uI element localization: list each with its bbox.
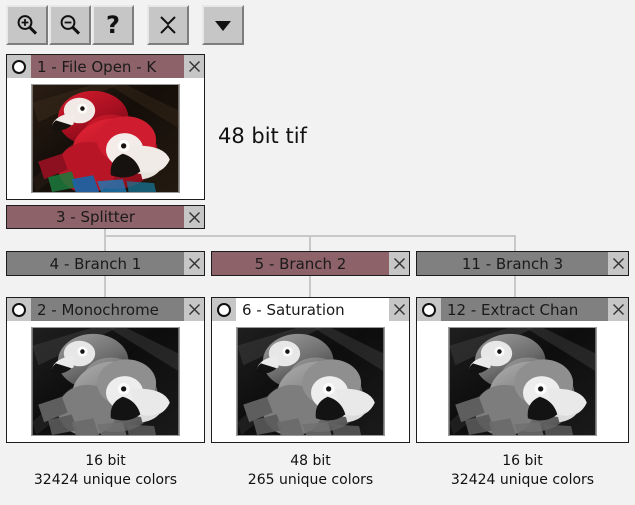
node-extract-channel[interactable]: 12 - Extract Chan — [416, 297, 629, 443]
node-branch-2-title: 5 - Branch 2 — [212, 252, 389, 275]
macaw-color-thumbnail — [31, 84, 180, 193]
node-branch-2[interactable]: 5 - Branch 2 — [211, 251, 410, 276]
node-branch-2-titlebar: 5 - Branch 2 — [212, 252, 409, 275]
node-file-open-titlebar: 1 - File Open - K — [7, 55, 204, 78]
close-icon — [188, 211, 201, 224]
node-file-open-title: 1 - File Open - K — [31, 55, 184, 78]
node-monochrome-title: 2 - Monochrome — [31, 298, 184, 321]
node-branch-1-title: 4 - Branch 1 — [7, 252, 184, 275]
node-saturation-radio[interactable] — [212, 298, 236, 321]
caption-monochrome: 16 bit 32424 unique colors — [6, 452, 205, 490]
caption-saturation-line1: 48 bit — [290, 453, 331, 469]
node-extract-channel-radio[interactable] — [417, 298, 441, 321]
collapse-icon — [156, 13, 180, 37]
macaw-grayscale-thumbnail — [448, 327, 597, 436]
macaw-grayscale-thumbnail — [236, 327, 385, 436]
node-saturation-titlebar: 6 - Saturation — [212, 298, 409, 321]
node-branch-3-close-button[interactable] — [608, 252, 628, 275]
node-file-open-preview — [7, 78, 204, 199]
caption-saturation: 48 bit 265 unique colors — [211, 452, 410, 490]
node-branch-3[interactable]: 11 - Branch 3 — [416, 251, 629, 276]
toolbar: ? — [0, 0, 635, 50]
dropdown-arrow-icon — [211, 13, 235, 37]
macaw-grayscale-thumbnail — [31, 327, 180, 436]
close-icon — [188, 303, 201, 316]
node-extract-channel-titlebar: 12 - Extract Chan — [417, 298, 628, 321]
caption-extract-channel-line2: 32424 unique colors — [450, 472, 595, 488]
node-monochrome-close-button[interactable] — [184, 298, 204, 321]
node-saturation-title: 6 - Saturation — [236, 298, 389, 321]
close-icon — [188, 257, 201, 270]
node-branch-1-close-button[interactable] — [184, 252, 204, 275]
caption-monochrome-line1: 16 bit — [85, 453, 126, 469]
radio-icon — [12, 302, 26, 317]
node-branch-1[interactable]: 4 - Branch 1 — [6, 251, 205, 276]
node-file-open-radio[interactable] — [7, 55, 31, 78]
caption-saturation-line2: 265 unique colors — [247, 472, 374, 488]
help-icon: ? — [106, 11, 120, 39]
node-monochrome-preview — [7, 321, 204, 442]
node-monochrome-titlebar: 2 - Monochrome — [7, 298, 204, 321]
zoom-out-icon — [58, 13, 82, 37]
node-saturation-preview — [212, 321, 409, 442]
close-icon — [612, 257, 625, 270]
node-extract-channel-title: 12 - Extract Chan — [441, 298, 608, 321]
node-branch-2-close-button[interactable] — [389, 252, 409, 275]
node-file-open[interactable]: 1 - File Open - K — [6, 54, 205, 200]
connector-branch2-child — [309, 276, 311, 298]
close-icon — [393, 303, 406, 316]
caption-monochrome-line2: 32424 unique colors — [33, 472, 178, 488]
zoom-in-icon — [15, 13, 39, 37]
source-format-annotation: 48 bit tif — [218, 124, 307, 148]
node-branch-1-titlebar: 4 - Branch 1 — [7, 252, 204, 275]
node-branch-3-titlebar: 11 - Branch 3 — [417, 252, 628, 275]
node-splitter-titlebar: 3 - Splitter — [7, 206, 204, 228]
radio-icon — [217, 302, 231, 317]
node-monochrome-radio[interactable] — [7, 298, 31, 321]
node-saturation-close-button[interactable] — [389, 298, 409, 321]
close-icon — [393, 257, 406, 270]
more-options-button[interactable] — [202, 5, 244, 45]
caption-extract-channel-line1: 16 bit — [502, 453, 543, 469]
node-monochrome[interactable]: 2 - Monochrome — [6, 297, 205, 443]
zoom-out-button[interactable] — [49, 5, 91, 45]
node-splitter[interactable]: 3 - Splitter — [6, 205, 205, 229]
connector-branch3-child — [514, 276, 516, 298]
node-saturation[interactable]: 6 - Saturation — [211, 297, 410, 443]
close-icon — [188, 60, 201, 73]
node-extract-channel-preview — [417, 321, 628, 442]
zoom-in-button[interactable] — [6, 5, 48, 45]
connector-branch1-child — [104, 276, 106, 298]
node-extract-channel-close-button[interactable] — [608, 298, 628, 321]
radio-icon — [422, 302, 436, 317]
radio-icon — [12, 59, 26, 74]
close-icon — [612, 303, 625, 316]
node-splitter-close-button[interactable] — [184, 206, 204, 228]
node-splitter-title: 3 - Splitter — [7, 206, 184, 228]
help-button[interactable]: ? — [92, 5, 134, 45]
node-file-open-close-button[interactable] — [184, 55, 204, 78]
collapse-button[interactable] — [147, 5, 189, 45]
node-branch-3-title: 11 - Branch 3 — [417, 252, 608, 275]
caption-extract-channel: 16 bit 32424 unique colors — [416, 452, 629, 490]
